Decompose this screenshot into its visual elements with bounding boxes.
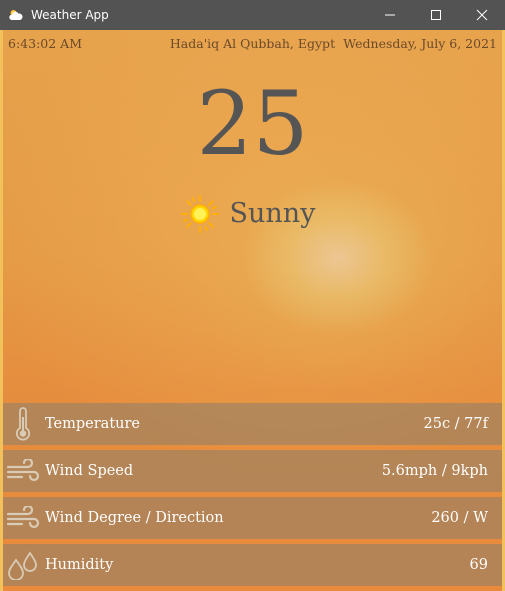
condition-label: Sunny [229,198,316,229]
stat-label-wind-direction: Wind Degree / Direction [45,510,224,526]
stat-label-wind-speed: Wind Speed [45,463,134,479]
wind-icon [3,450,43,492]
info-row: 6:43:02 AM Hada'iq Al Qubbah, Egypt Wedn… [8,36,497,52]
condition-row: Sunny [0,194,505,234]
wind-icon [3,497,43,539]
close-button[interactable] [459,0,505,30]
maximize-icon [431,10,441,20]
stat-label-temperature: Temperature [45,416,140,432]
close-icon [476,9,488,21]
maximize-button[interactable] [413,0,459,30]
sun-icon [180,195,219,233]
stat-value-wind-speed: 5.6mph / 9kph [381,463,488,479]
stat-row-humidity: Humidity 69 [3,544,502,586]
thermometer-icon [3,403,43,445]
minimize-button[interactable] [367,0,413,30]
stat-row-wind-speed: Wind Speed 5.6mph / 9kph [3,450,502,492]
stat-row-temperature: Temperature 25c / 77f [3,403,502,445]
minimize-icon [385,14,395,16]
weather-cloud-icon [8,7,24,23]
stat-row-wind-direction: Wind Degree / Direction 260 / W [3,497,502,539]
weather-app-window: Weather App 6:43:02 AM Hada'iq Al Qubbah… [0,0,505,591]
weather-panel: 6:43:02 AM Hada'iq Al Qubbah, Egypt Wedn… [0,30,505,591]
droplets-icon [3,544,43,586]
current-temperature: 25 [196,72,309,175]
stat-value-humidity: 69 [469,557,488,573]
current-date: Wednesday, July 6, 2021 [343,36,497,51]
stat-value-wind-direction: 260 / W [431,510,488,526]
window-title: Weather App [31,8,109,22]
stat-value-temperature: 25c / 77f [423,416,489,432]
title-bar[interactable]: Weather App [0,0,505,30]
stat-label-humidity: Humidity [45,557,114,573]
